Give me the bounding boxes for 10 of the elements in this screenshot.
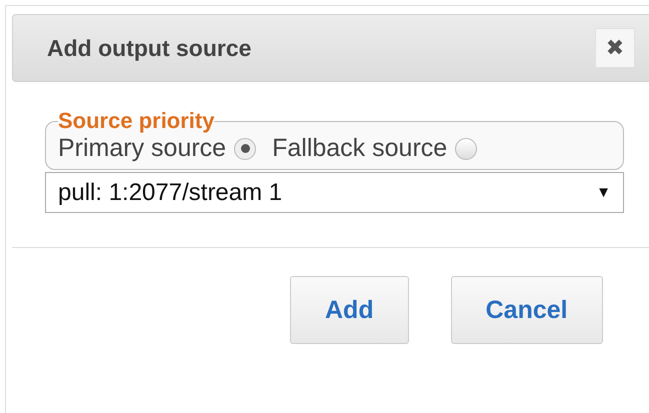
radio-button[interactable] xyxy=(234,138,256,160)
radio-button[interactable] xyxy=(455,138,478,160)
group-legend: Source priority xyxy=(58,108,214,134)
source-dropdown[interactable]: pull: 1:2077/stream 1 ▼ xyxy=(45,172,624,213)
cancel-button[interactable]: Cancel xyxy=(450,276,603,344)
dialog-title: Add output source xyxy=(47,34,252,62)
add-button[interactable]: Add xyxy=(290,276,409,344)
radio-label[interactable]: Primary source xyxy=(58,134,226,163)
radio-label[interactable]: Fallback source xyxy=(272,134,448,163)
close-button[interactable]: ✖ xyxy=(595,28,635,68)
